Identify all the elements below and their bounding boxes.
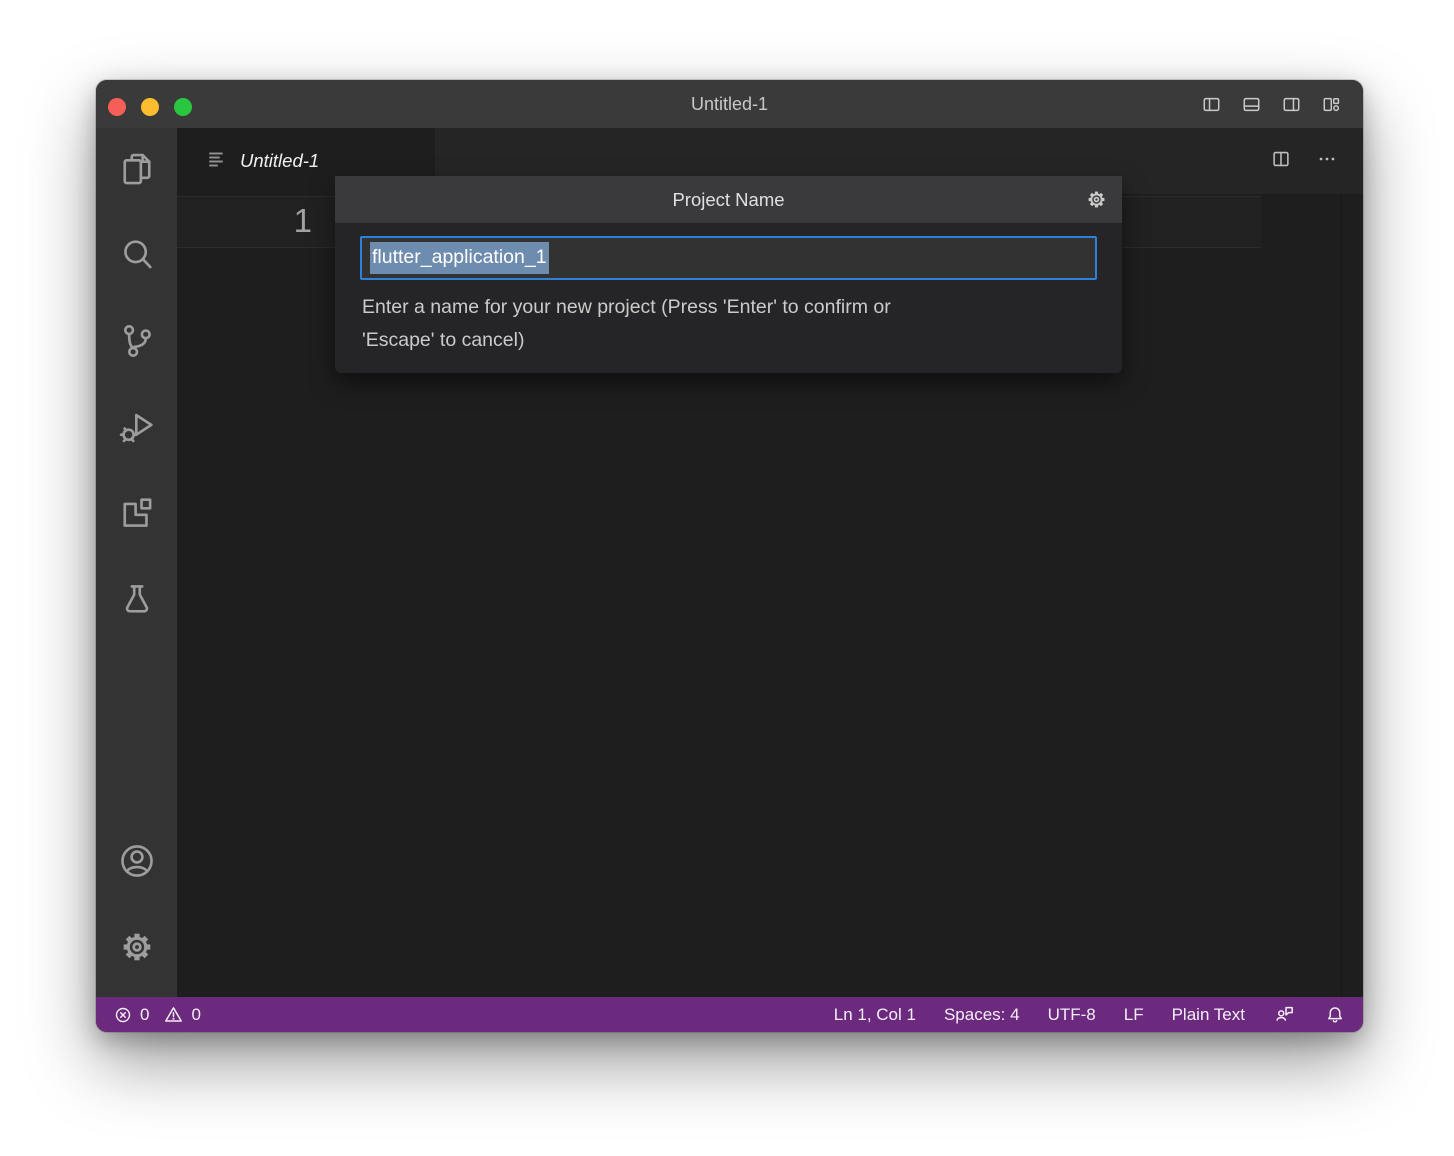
quick-input-header: Project Name [335,176,1122,223]
settings-gear-icon [116,926,158,973]
sidebar-item-account[interactable] [96,820,177,906]
window-title: Untitled-1 [96,80,1363,128]
quick-input-dialog: Project Name flutter_appli [335,176,1122,373]
language-mode-status[interactable]: Plain Text [1172,1005,1245,1025]
encoding-status[interactable]: UTF-8 [1048,1005,1096,1025]
sidebar-item-settings[interactable] [96,906,177,992]
scrollbar-divider [1341,194,1342,997]
toggle-primary-sidebar-icon[interactable] [1201,94,1222,115]
project-name-input[interactable]: flutter_application_1 [360,236,1097,280]
cursor-position-status[interactable]: Ln 1, Col 1 [834,1005,916,1025]
testing-flask-icon [116,578,158,625]
account-icon [116,840,158,887]
sidebar-item-testing[interactable] [96,558,177,644]
plain-text-file-icon [206,148,228,175]
source-control-icon [116,320,158,367]
toggle-panel-icon[interactable] [1241,94,1262,115]
split-editor-icon[interactable] [1270,148,1292,175]
explorer-icon [116,148,158,195]
search-icon [116,234,158,281]
more-actions-icon[interactable] [1316,148,1338,175]
indentation-status[interactable]: Spaces: 4 [944,1005,1020,1025]
error-count: 0 [140,1005,149,1025]
status-bar-right: Ln 1, Col 1 Spaces: 4 UTF-8 LF Plain Tex… [834,1003,1363,1026]
vscode-window: Untitled-1 [96,80,1363,1032]
sidebar-item-run-debug[interactable] [96,386,177,472]
warning-icon [163,1004,184,1025]
titlebar-layout-controls [1201,80,1342,128]
prompt-line-2: 'Escape' to cancel) [362,324,1095,357]
bell-icon[interactable] [1324,1004,1346,1026]
extensions-icon [116,492,158,539]
sidebar-item-source-control[interactable] [96,300,177,386]
line-number: 1 [177,195,312,247]
editor-actions [1270,128,1338,194]
warning-count: 0 [191,1005,200,1025]
error-icon [113,1005,133,1025]
activity-bar-spacer [96,644,177,820]
sidebar-item-extensions[interactable] [96,472,177,558]
customize-layout-icon[interactable] [1321,94,1342,115]
sidebar-item-explorer[interactable] [96,128,177,214]
tab-label: Untitled-1 [240,150,319,172]
run-debug-icon [116,406,158,453]
input-selected-text: flutter_application_1 [370,242,549,274]
toggle-secondary-sidebar-icon[interactable] [1281,94,1302,115]
sidebar-item-search[interactable] [96,214,177,300]
quick-input-title: Project Name [335,176,1122,223]
quick-input-prompt: Enter a name for your new project (Press… [362,291,1095,357]
activity-bar [96,128,177,997]
feedback-icon[interactable] [1273,1003,1296,1026]
problems-status[interactable]: 0 0 [96,1004,208,1025]
titlebar: Untitled-1 [96,80,1363,128]
main-area: Untitled-1 1 [96,128,1363,997]
prompt-line-1: Enter a name for your new project (Press… [362,291,1095,324]
eol-status[interactable]: LF [1124,1005,1144,1025]
status-bar: 0 0 Ln 1, Col 1 Spaces: 4 UTF-8 LF Plain… [96,997,1363,1032]
settings-gear-icon[interactable] [1084,187,1109,217]
